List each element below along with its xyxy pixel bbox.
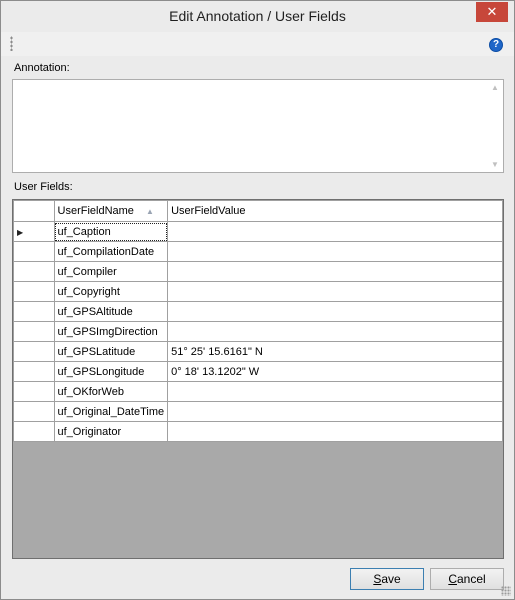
close-icon: ✕	[486, 4, 498, 19]
user-field-name-cell[interactable]: uf_CompilationDate	[53, 241, 169, 262]
table-row[interactable]: uf_GPSAltitude	[13, 301, 503, 322]
table-row[interactable]: uf_GPSImgDirection	[13, 321, 503, 342]
user-field-value-cell[interactable]	[167, 241, 503, 262]
cancel-button-label: Cancel	[448, 572, 486, 586]
save-button-label: Save	[373, 572, 401, 586]
table-row[interactable]: uf_Originator	[13, 421, 503, 442]
row-header[interactable]	[13, 281, 55, 302]
scroll-down-icon[interactable]: ▼	[491, 160, 499, 169]
annotation-textarea[interactable]: ▲ ▼	[12, 79, 504, 173]
sort-ascending-icon: ▲	[145, 207, 154, 216]
row-header[interactable]	[13, 261, 55, 282]
row-header[interactable]	[13, 341, 55, 362]
table-row[interactable]: uf_OKforWeb	[13, 381, 503, 402]
close-button[interactable]: ✕	[476, 2, 508, 22]
user-field-name-cell[interactable]: uf_Originator	[53, 421, 169, 442]
annotation-label: Annotation:	[14, 62, 70, 74]
user-field-value-cell[interactable]	[167, 321, 503, 342]
user-field-name-cell[interactable]: uf_Caption	[53, 221, 169, 242]
user-field-value-cell[interactable]	[167, 221, 503, 242]
user-field-name-cell[interactable]: uf_GPSImgDirection	[53, 321, 169, 342]
row-header[interactable]	[13, 241, 55, 262]
user-field-value-cell[interactable]	[167, 401, 503, 422]
user-field-name-cell[interactable]: uf_GPSLatitude	[53, 341, 169, 362]
toolbar: ?	[1, 32, 514, 56]
user-field-value-cell[interactable]	[167, 421, 503, 442]
user-fields-label: User Fields:	[14, 181, 73, 193]
table-row[interactable]: uf_Copyright	[13, 281, 503, 302]
row-header[interactable]: ▶	[13, 221, 55, 242]
row-header[interactable]	[13, 361, 55, 382]
row-header[interactable]	[13, 401, 55, 422]
row-header-corner[interactable]	[13, 200, 55, 222]
user-field-name-cell[interactable]: uf_Copyright	[53, 281, 169, 302]
user-field-value-cell[interactable]	[167, 301, 503, 322]
user-field-value-cell[interactable]	[167, 381, 503, 402]
title-bar[interactable]: Edit Annotation / User Fields ✕	[1, 1, 514, 32]
user-field-value-cell[interactable]: 51° 25' 15.6161" N	[167, 341, 503, 362]
user-field-name-cell[interactable]: uf_OKforWeb	[53, 381, 169, 402]
header-row: UserFieldName ▲ UserFieldValue	[13, 200, 503, 222]
user-field-value-cell[interactable]: 0° 18' 13.1202" W	[167, 361, 503, 382]
table-row[interactable]: uf_Original_DateTime	[13, 401, 503, 422]
grip-icon[interactable]	[10, 36, 13, 51]
column-header-label: UserFieldValue	[171, 205, 246, 217]
user-field-name-cell[interactable]: uf_Compiler	[53, 261, 169, 282]
user-field-name-cell[interactable]: uf_GPSAltitude	[53, 301, 169, 322]
row-header[interactable]	[13, 321, 55, 342]
user-fields-grid[interactable]: UserFieldName ▲ UserFieldValue ▶ uf_Captio…	[12, 199, 504, 559]
help-icon[interactable]: ?	[489, 38, 503, 52]
row-header[interactable]	[13, 381, 55, 402]
table-row[interactable]: ▶ uf_Caption	[13, 221, 503, 242]
column-header-userfieldvalue[interactable]: UserFieldValue	[167, 200, 503, 222]
window-title: Edit Annotation / User Fields	[169, 8, 346, 24]
column-header-userfieldname[interactable]: UserFieldName ▲	[53, 200, 169, 222]
resize-grip-icon[interactable]	[501, 586, 511, 596]
table-row[interactable]: uf_GPSLongitude 0° 18' 13.1202" W	[13, 361, 503, 382]
annotation-text	[13, 80, 503, 86]
table-row[interactable]: uf_Compiler	[13, 261, 503, 282]
edit-annotation-dialog: Edit Annotation / User Fields ✕ ? Annota…	[0, 0, 515, 600]
table-row[interactable]: uf_GPSLatitude 51° 25' 15.6161" N	[13, 341, 503, 362]
current-row-icon: ▶	[17, 227, 24, 237]
row-header[interactable]	[13, 421, 55, 442]
column-header-label: UserFieldName	[57, 205, 134, 217]
row-header[interactable]	[13, 301, 55, 322]
save-button[interactable]: Save	[350, 568, 424, 590]
table-row[interactable]: uf_CompilationDate	[13, 241, 503, 262]
user-field-value-cell[interactable]	[167, 281, 503, 302]
user-field-value-cell[interactable]	[167, 261, 503, 282]
annotation-scrollbar[interactable]: ▲ ▼	[487, 80, 503, 172]
cancel-button[interactable]: Cancel	[430, 568, 504, 590]
scroll-up-icon[interactable]: ▲	[491, 83, 499, 92]
user-field-name-cell[interactable]: uf_Original_DateTime	[53, 401, 169, 422]
user-field-name-cell[interactable]: uf_GPSLongitude	[53, 361, 169, 382]
user-fields-table: UserFieldName ▲ UserFieldValue ▶ uf_Captio…	[13, 200, 503, 442]
